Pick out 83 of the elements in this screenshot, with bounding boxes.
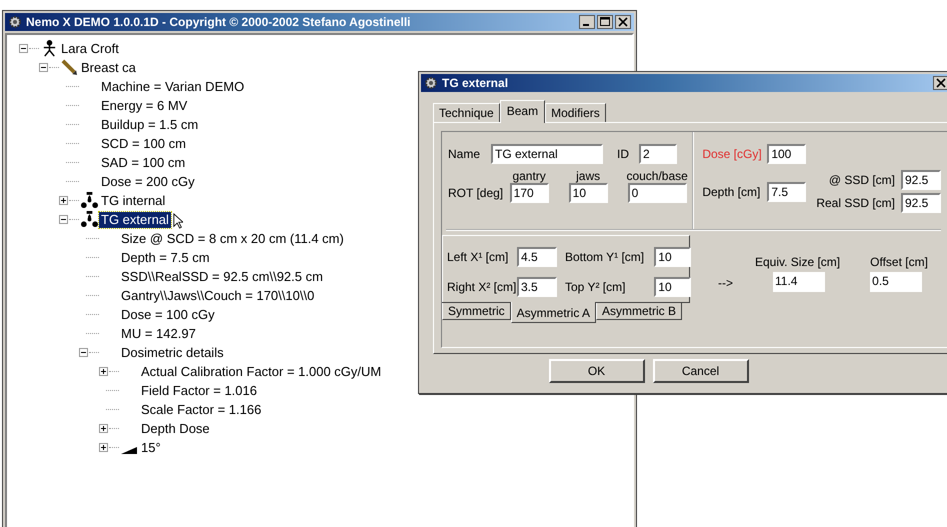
tree-item[interactable]: TG external: [99, 212, 171, 228]
tab[interactable]: Beam: [500, 100, 546, 123]
maximize-icon[interactable]: [597, 15, 613, 29]
expand-toggle[interactable]: [99, 443, 108, 452]
field-label: Offset [cm]: [870, 255, 928, 269]
input-field[interactable]: 4.5: [517, 247, 557, 267]
input-field[interactable]: 10: [654, 247, 691, 267]
tab[interactable]: Modifiers: [545, 103, 606, 122]
input-field[interactable]: 7.5: [767, 182, 806, 202]
tree-item[interactable]: SAD = 100 cm: [99, 154, 188, 170]
close-icon[interactable]: [615, 15, 631, 29]
expand-toggle[interactable]: [99, 367, 108, 376]
arrow-text: -->: [718, 276, 733, 290]
tree-item[interactable]: Dose = 200 cGy: [99, 174, 197, 190]
tree-item[interactable]: Buildup = 1.5 cm: [99, 116, 200, 132]
dialog-title: TG external: [442, 76, 508, 90]
tree-item[interactable]: Field Factor = 1.016: [139, 382, 259, 398]
tree-item[interactable]: Actual Calibration Factor = 1.000 cGy/UM: [139, 364, 384, 380]
expand-toggle[interactable]: [59, 196, 68, 205]
tree-item[interactable]: Lara Croft: [59, 40, 121, 56]
input-field[interactable]: 92.5: [901, 193, 941, 213]
tree-item[interactable]: Machine = Varian DEMO: [99, 78, 246, 94]
tree-item[interactable]: SCD = 100 cm: [99, 136, 188, 152]
field-label: Bottom Y¹ [cm]: [565, 250, 646, 264]
field-label: Equiv. Size [cm]: [755, 255, 840, 269]
tree-item[interactable]: Scale Factor = 1.166: [139, 402, 264, 418]
input-field[interactable]: TG external: [491, 144, 603, 164]
input-field[interactable]: 10: [568, 183, 608, 203]
tab[interactable]: Symmetric: [442, 303, 511, 320]
input-field[interactable]: 100: [767, 144, 806, 164]
tree-item[interactable]: Gantry\\Jaws\\Couch = 170\\10\\0: [119, 288, 316, 304]
tree-item[interactable]: Energy = 6 MV: [99, 98, 190, 114]
three-beams-icon: [80, 192, 98, 209]
tab[interactable]: Asymmetric B: [596, 303, 682, 320]
tree-item[interactable]: Depth = 7.5 cm: [119, 250, 212, 266]
pencil-icon: [60, 59, 78, 76]
input-field[interactable]: 10: [654, 277, 691, 297]
tab[interactable]: Technique: [433, 103, 500, 122]
input-field[interactable]: 92.5: [901, 170, 941, 190]
tab[interactable]: Asymmetric A: [510, 302, 596, 323]
expand-toggle[interactable]: [59, 215, 68, 224]
tree-item[interactable]: Dose = 100 cGy: [119, 306, 217, 322]
input-field[interactable]: 170: [510, 183, 549, 203]
field-label: ROT [deg]: [448, 186, 504, 202]
expand-toggle[interactable]: [39, 63, 48, 72]
dialog-button[interactable]: Cancel: [652, 359, 748, 383]
tree-item[interactable]: Depth Dose: [139, 420, 212, 436]
field-label: Depth [cm]: [702, 184, 762, 198]
tree-item[interactable]: Breast ca: [79, 60, 138, 76]
tree-item[interactable]: SSD\\RealSSD = 92.5 cm\\92.5 cm: [119, 268, 325, 284]
minimize-icon[interactable]: [579, 15, 595, 29]
input-field[interactable]: 2: [639, 144, 677, 164]
column-header: couch/base: [626, 169, 688, 183]
field-label: Top Y² [cm]: [565, 280, 626, 294]
tree-item[interactable]: MU = 142.97: [119, 326, 198, 342]
expand-toggle[interactable]: [99, 424, 108, 433]
field-label: Left X¹ [cm]: [447, 250, 510, 264]
output-field: 0.5: [870, 272, 922, 292]
three-beams-icon: [80, 211, 98, 228]
mouse-pointer-icon: [173, 213, 183, 229]
dialog-button[interactable]: OK: [548, 359, 644, 383]
column-header: jaws: [576, 169, 600, 183]
input-field[interactable]: 3.5: [517, 277, 557, 297]
gear-icon: [8, 15, 22, 29]
field-label: Right X² [cm]: [447, 280, 517, 294]
window-title: Nemo X DEMO 1.0.0.1D - Copyright © 2000-2002 Stefano Agostinelli: [26, 15, 410, 29]
output-field: 11.4: [773, 272, 825, 292]
input-field[interactable]: 0: [628, 183, 687, 203]
tree-item[interactable]: 15°: [139, 440, 163, 456]
expand-toggle[interactable]: [79, 348, 88, 357]
field-label: @ SSD [cm]: [828, 173, 895, 187]
field-label: Name: [448, 147, 482, 161]
close-icon[interactable]: [933, 76, 947, 90]
wedge-icon: [121, 447, 137, 454]
tree-item[interactable]: TG internal: [99, 192, 168, 208]
field-label: Dose [cGy]: [702, 147, 763, 161]
tree-item[interactable]: Size @ SCD = 8 cm x 20 cm (11.4 cm): [119, 230, 346, 246]
tree-item[interactable]: Dosimetric details: [119, 344, 226, 360]
column-header: gantry: [512, 169, 546, 183]
expand-toggle[interactable]: [19, 44, 28, 53]
field-label: ID: [617, 147, 630, 161]
gear-icon: [424, 76, 438, 90]
field-label: Real SSD [cm]: [816, 196, 895, 210]
